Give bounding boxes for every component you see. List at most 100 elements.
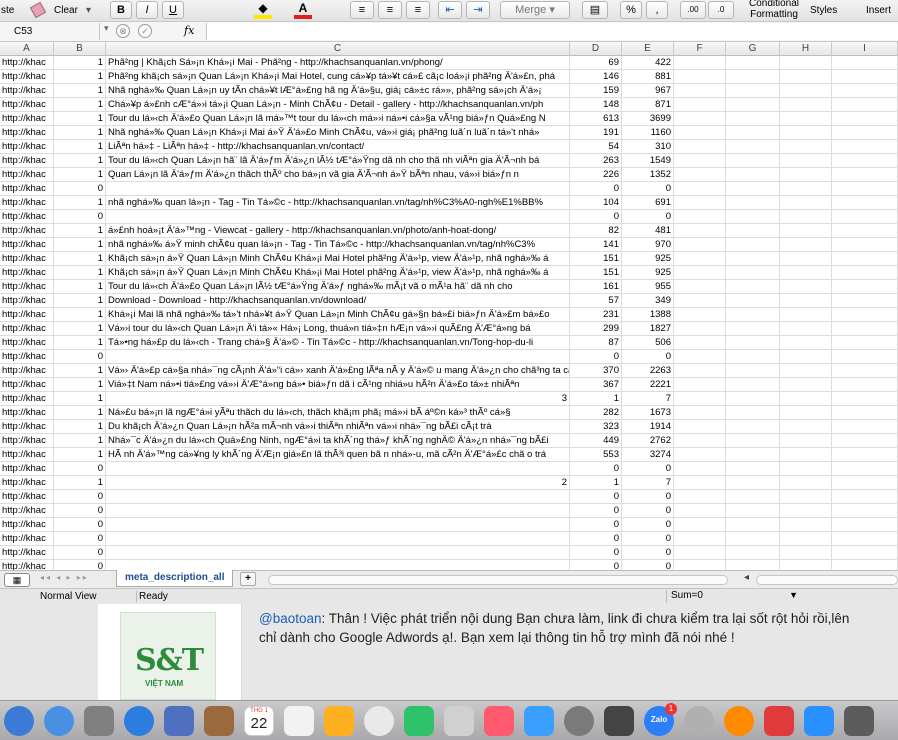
cell-e[interactable]: 2762 — [622, 434, 674, 448]
cell-f[interactable] — [674, 546, 726, 560]
cell-c[interactable] — [106, 462, 570, 476]
cell-h[interactable] — [780, 196, 832, 210]
cell-f[interactable] — [674, 280, 726, 294]
sum-dropdown[interactable]: Sum=0 ▼ — [666, 590, 802, 603]
cell-d[interactable]: 69 — [570, 56, 622, 70]
cell-i[interactable] — [832, 294, 898, 308]
fill-color-icon[interactable]: ◆ — [252, 2, 274, 19]
cell-c[interactable]: Du khã¡ch Ä'á»¿n Quan Lá»¡n hÃ²a mÃ¬nh v… — [106, 420, 570, 434]
cell-c[interactable]: Ná»£u bá»¡n lã ngÆ°á»i yÃªu thã­ch du lá… — [106, 406, 570, 420]
add-sheet-button[interactable]: + — [240, 572, 256, 586]
cell-g[interactable] — [726, 518, 780, 532]
cell-b[interactable]: 1 — [54, 364, 106, 378]
facetime-icon[interactable] — [404, 706, 434, 736]
cell-b[interactable]: 0 — [54, 518, 106, 532]
cell-g[interactable] — [726, 140, 780, 154]
cell-c[interactable]: Khã¡ch sá»¡n á»Ÿ Quan Lá»¡n Minh ChÃ¢u K… — [106, 252, 570, 266]
cell-f[interactable] — [674, 448, 726, 462]
cell-d[interactable]: 148 — [570, 98, 622, 112]
column-header-d[interactable]: D — [570, 42, 622, 56]
cell-e[interactable]: 925 — [622, 266, 674, 280]
siri-icon[interactable] — [44, 706, 74, 736]
cell-h[interactable] — [780, 294, 832, 308]
zalo-icon[interactable]: Zalo 1 — [644, 703, 677, 736]
cell-g[interactable] — [726, 392, 780, 406]
cell-f[interactable] — [674, 462, 726, 476]
cell-d[interactable]: 104 — [570, 196, 622, 210]
cell-a[interactable]: http://khac — [0, 140, 54, 154]
cell-e[interactable]: 2221 — [622, 378, 674, 392]
cell-e[interactable]: 0 — [622, 518, 674, 532]
cell-b[interactable]: 1 — [54, 112, 106, 126]
cell-f[interactable] — [674, 476, 726, 490]
cell-i[interactable] — [832, 98, 898, 112]
cell-h[interactable] — [780, 154, 832, 168]
cell-i[interactable] — [832, 364, 898, 378]
network-icon[interactable] — [684, 706, 714, 736]
number-format-button[interactable]: ▤ — [582, 1, 608, 19]
fx-icon[interactable]: fx — [184, 24, 194, 37]
cell-e[interactable]: 0 — [622, 350, 674, 364]
cell-i[interactable] — [832, 84, 898, 98]
messages-icon[interactable] — [444, 706, 474, 736]
cell-e[interactable]: 955 — [622, 280, 674, 294]
cell-c[interactable]: 2 — [106, 476, 570, 490]
cell-f[interactable] — [674, 112, 726, 126]
cell-d[interactable]: 0 — [570, 210, 622, 224]
cell-g[interactable] — [726, 336, 780, 350]
cell-a[interactable]: http://khac — [0, 476, 54, 490]
cell-f[interactable] — [674, 84, 726, 98]
cell-f[interactable] — [674, 490, 726, 504]
cell-c[interactable]: Tour du lá»‹ch Quan Lá»¡n hã¨ lã Ä'á»ƒm … — [106, 154, 570, 168]
align-left-button[interactable]: ≡ — [350, 1, 374, 19]
cell-e[interactable]: 1160 — [622, 126, 674, 140]
cell-e[interactable]: 871 — [622, 98, 674, 112]
sheet-tab-active[interactable]: meta_description_all — [116, 570, 234, 587]
cell-h[interactable] — [780, 182, 832, 196]
cell-b[interactable]: 1 — [54, 238, 106, 252]
cell-c[interactable]: Viá»‡t Nam ná»•i tiá»£ng vá»›i Ä'Æ°á»ng … — [106, 378, 570, 392]
cell-g[interactable] — [726, 378, 780, 392]
cell-i[interactable] — [832, 266, 898, 280]
cell-e[interactable]: 1388 — [622, 308, 674, 322]
cell-g[interactable] — [726, 84, 780, 98]
cell-b[interactable]: 0 — [54, 462, 106, 476]
cell-g[interactable] — [726, 252, 780, 266]
launchpad-icon[interactable] — [84, 706, 114, 736]
cell-g[interactable] — [726, 532, 780, 546]
percent-button[interactable]: % — [620, 1, 642, 19]
cell-c[interactable]: nhã nghá»‰ á»Ÿ minh chÃ¢u quan lá»¡n - T… — [106, 238, 570, 252]
cell-a[interactable]: http://khac — [0, 84, 54, 98]
cell-i[interactable] — [832, 392, 898, 406]
calendar-icon[interactable]: THG 1 22 — [244, 706, 274, 736]
cell-h[interactable] — [780, 504, 832, 518]
cell-g[interactable] — [726, 280, 780, 294]
cell-b[interactable]: 0 — [54, 504, 106, 518]
underline-button[interactable]: U — [162, 1, 184, 19]
cell-e[interactable]: 7 — [622, 392, 674, 406]
cell-d[interactable]: 0 — [570, 504, 622, 518]
cell-f[interactable] — [674, 392, 726, 406]
firefox-icon[interactable] — [724, 706, 754, 736]
cell-f[interactable] — [674, 238, 726, 252]
cell-a[interactable]: http://khac — [0, 56, 54, 70]
cell-g[interactable] — [726, 196, 780, 210]
cell-d[interactable]: 282 — [570, 406, 622, 420]
cell-h[interactable] — [780, 532, 832, 546]
cell-d[interactable]: 0 — [570, 490, 622, 504]
cell-d[interactable]: 1 — [570, 392, 622, 406]
paste-label[interactable]: ste — [1, 2, 14, 20]
cell-d[interactable]: 0 — [570, 518, 622, 532]
cell-i[interactable] — [832, 140, 898, 154]
cell-d[interactable]: 146 — [570, 70, 622, 84]
cell-b[interactable]: 1 — [54, 378, 106, 392]
cell-h[interactable] — [780, 462, 832, 476]
cell-d[interactable]: 82 — [570, 224, 622, 238]
cell-i[interactable] — [832, 210, 898, 224]
cell-a[interactable]: http://khac — [0, 532, 54, 546]
cell-a[interactable]: http://khac — [0, 504, 54, 518]
column-header-a[interactable]: A — [0, 42, 54, 56]
cell-g[interactable] — [726, 154, 780, 168]
cell-h[interactable] — [780, 210, 832, 224]
cell-i[interactable] — [832, 434, 898, 448]
